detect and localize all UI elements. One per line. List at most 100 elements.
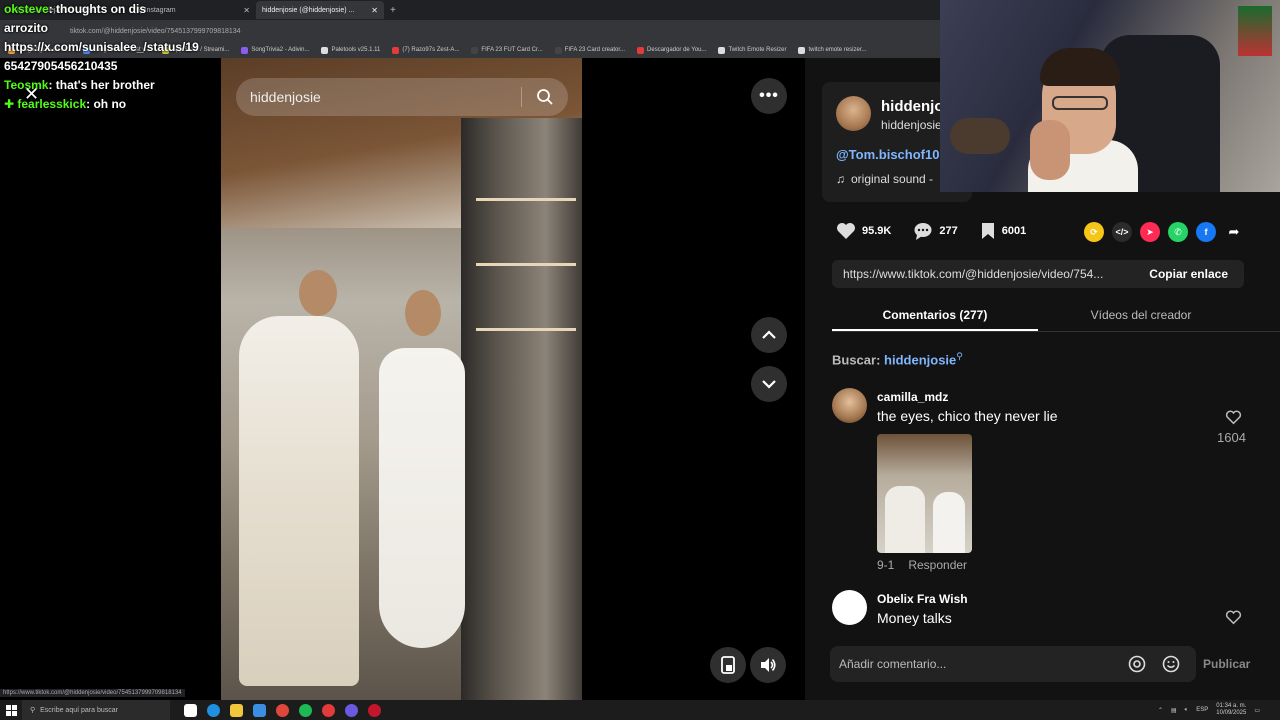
tab-creator-videos[interactable]: Vídeos del creador: [1038, 300, 1244, 331]
search-keyword-link[interactable]: hiddenjosie: [884, 352, 956, 367]
obs-icon[interactable]: [368, 703, 381, 717]
speaker-icon: [761, 658, 776, 672]
bookmark-item[interactable]: Descargador de You...: [637, 46, 706, 54]
edge-icon[interactable]: [207, 703, 220, 717]
volume-icon[interactable]: 🔈︎: [1185, 707, 1189, 714]
commenter-avatar[interactable]: [832, 590, 867, 625]
author-avatar[interactable]: [836, 96, 871, 131]
pet: [950, 118, 1010, 154]
close-icon[interactable]: ✕: [371, 6, 378, 15]
tray-up-icon[interactable]: ⌃: [1158, 707, 1163, 714]
video-shelf: [476, 328, 576, 331]
share-arrow-icon[interactable]: ➦: [1224, 222, 1244, 242]
heart-outline-icon: [1225, 610, 1242, 625]
video-person-head: [299, 270, 337, 316]
commenter-avatar[interactable]: [832, 388, 867, 423]
comment-text: the eyes, chico they never lie: [877, 408, 1058, 424]
thumb-figure: [933, 492, 965, 553]
app-icon[interactable]: [322, 703, 335, 717]
clock-date: 10/09/2025: [1216, 710, 1247, 716]
chat-text: arrozito: [4, 21, 49, 35]
new-tab-icon[interactable]: +: [384, 5, 402, 16]
chat-text: https://x.com/sunisalee_/status/19: [4, 40, 199, 54]
publish-button[interactable]: Publicar: [1203, 657, 1250, 671]
author-handle: hiddenjosie: [881, 118, 942, 132]
close-icon[interactable]: ✕: [243, 6, 250, 15]
search-prefix: Buscar:: [832, 352, 881, 368]
volume-button[interactable]: [750, 647, 786, 683]
comment-like-button[interactable]: [1225, 610, 1242, 630]
taskbar-search-placeholder: Escribe aquí para buscar: [40, 706, 118, 714]
bookmark-item[interactable]: twitch emote resizer...: [798, 46, 867, 54]
copy-link-button[interactable]: Copiar enlace: [1149, 267, 1228, 281]
comment-button[interactable]: 277: [913, 222, 958, 240]
comment-meta: 9-1 Responder: [877, 558, 967, 572]
pip-button[interactable]: [710, 647, 746, 683]
send-icon[interactable]: ➤: [1140, 222, 1160, 242]
embed-code-icon[interactable]: </>: [1112, 222, 1132, 242]
network-icon[interactable]: ▤: [1171, 707, 1177, 714]
taskbar-search[interactable]: ⚲ Escribe aquí para buscar: [22, 700, 170, 720]
repost-icon[interactable]: ⟳: [1084, 222, 1104, 242]
bookmark-item[interactable]: (7) Razo97s Zest-A...: [392, 46, 460, 54]
bookmark-item[interactable]: SongTrivia2 - Adivin...: [241, 46, 309, 54]
mention-link[interactable]: @Tom.bischof10: [836, 147, 939, 162]
bookmark-favicon-icon: [392, 46, 400, 54]
store-icon[interactable]: [253, 703, 266, 717]
chrome-icon[interactable]: [276, 703, 289, 717]
browser-tab-3[interactable]: hiddenjosie (@hiddenjosie) ... ✕: [256, 1, 384, 19]
chevron-down-icon: [762, 380, 776, 389]
bookmark-item[interactable]: FIFA 23 Card creator...: [554, 46, 625, 54]
bookmark-favicon-icon: [798, 46, 806, 54]
comment-username[interactable]: camilla_mdz: [877, 390, 948, 404]
whatsapp-icon[interactable]: ✆: [1168, 222, 1188, 242]
reply-button[interactable]: Responder: [908, 558, 967, 572]
comment-input[interactable]: Añadir comentario...: [830, 646, 1196, 682]
webcam-overlay: [940, 0, 1280, 192]
sound-label: original sound -: [851, 172, 934, 186]
more-options-button[interactable]: •••: [751, 78, 787, 114]
language-indicator[interactable]: ESP: [1196, 707, 1208, 713]
status-url: https://www.tiktok.com/@hiddenjosie/vide…: [0, 689, 185, 697]
comment-image-thumbnail[interactable]: [877, 434, 972, 553]
facebook-icon[interactable]: f: [1196, 222, 1216, 242]
save-button[interactable]: 6001: [980, 222, 1026, 240]
app-icon[interactable]: [345, 703, 358, 717]
file-explorer-icon[interactable]: [230, 703, 243, 717]
emoji-icon[interactable]: [1162, 655, 1180, 676]
notification-icon[interactable]: ▭: [1254, 707, 1260, 714]
comment-tabs: Comentarios (277) Vídeos del creador: [832, 300, 1280, 332]
windows-taskbar: ⚲ Escribe aquí para buscar ⌃ ▤ 🔈︎ ESP 01…: [0, 700, 1280, 720]
spotify-icon[interactable]: [299, 703, 312, 717]
bookmark-item[interactable]: FIFA 23 FUT Card Cr...: [471, 46, 543, 54]
start-button[interactable]: [0, 704, 22, 716]
video-search-bar[interactable]: hiddenjosie: [236, 78, 568, 116]
previous-video-button[interactable]: [751, 317, 787, 353]
video-stats: 95.9K 277 6001: [836, 222, 1048, 240]
tab-label: hiddenjosie (@hiddenjosie) ...: [262, 6, 355, 14]
comment-input-placeholder: Añadir comentario...: [839, 657, 947, 671]
bookmark-item[interactable]: Paletools v25.1.11: [321, 46, 380, 54]
chat-line: arrozito: [0, 19, 240, 38]
comment-like-count: 1604: [1217, 430, 1246, 445]
next-video-button[interactable]: [751, 366, 787, 402]
chat-text: : that's her brother: [48, 78, 155, 92]
search-icon[interactable]: [536, 88, 554, 109]
like-button[interactable]: 95.9K: [836, 222, 891, 240]
windows-icon: [5, 704, 17, 716]
bookmark-item[interactable]: Twitch Emote Resizer: [718, 46, 786, 54]
video-search-text: hiddenjosie: [250, 89, 321, 105]
sound-link[interactable]: ♫ original sound -: [836, 172, 933, 186]
video-player[interactable]: [221, 58, 582, 700]
mention-at-icon[interactable]: [1128, 655, 1146, 676]
close-video-icon[interactable]: ✕: [24, 84, 39, 105]
clock[interactable]: 01:34 a. m. 10/09/2025: [1216, 703, 1246, 717]
more-dots-icon: •••: [759, 87, 779, 104]
bookmark-favicon-icon: [554, 46, 562, 54]
comment-username[interactable]: Obelix Fra Wish: [877, 592, 968, 606]
search-suggestion: Buscar: hiddenjosie⚲: [832, 351, 963, 367]
tab-comments[interactable]: Comentarios (277): [832, 300, 1038, 331]
task-view-icon[interactable]: [184, 703, 197, 717]
bookmark-label: (7) Razo97s Zest-A...: [402, 47, 460, 53]
comment-like-button[interactable]: [1225, 410, 1242, 430]
